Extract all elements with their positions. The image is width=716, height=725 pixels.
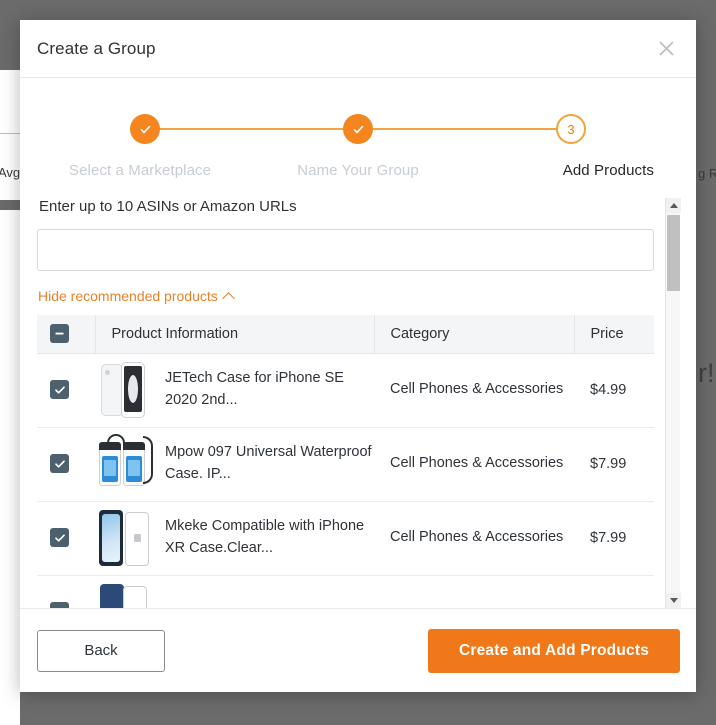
select-all-checkbox[interactable]: [50, 324, 69, 344]
table-head: Product Information Category Price: [37, 315, 654, 354]
triangle-up-icon: [669, 203, 678, 208]
product-thumb: [95, 580, 155, 608]
chevron-up-icon: [221, 291, 235, 305]
table-row[interactable]: Mkeke Compatible with iPhone XR Case.Cle…: [37, 501, 654, 576]
back-button[interactable]: Back: [37, 629, 165, 672]
iphone-xr-clear-case-thumb: [95, 506, 155, 570]
scrollbar-up-arrow[interactable]: [666, 198, 681, 213]
asin-input[interactable]: [37, 229, 654, 271]
table-row[interactable]: [37, 575, 654, 608]
bg-divider-left-1: [0, 133, 20, 134]
product-info-cell: Mkeke Compatible with iPhone XR Case.Cle…: [95, 501, 374, 576]
bg-panel-left: [0, 70, 20, 200]
product-category: [374, 575, 574, 608]
column-header-category[interactable]: Category: [374, 315, 575, 354]
hide-recommended-products-label: Hide recommended products: [38, 288, 218, 304]
bg-text-right-exclaim: r!: [698, 358, 715, 388]
triangle-down-icon: [669, 598, 678, 603]
modal-title: Create a Group: [37, 38, 156, 58]
step-marker-1[interactable]: [130, 114, 160, 144]
scrollbar-thumb[interactable]: [667, 215, 680, 291]
row-checkbox-cell: [37, 501, 95, 576]
modal-footer: Back Create and Add Products: [20, 608, 696, 692]
hide-recommended-products-toggle[interactable]: Hide recommended products: [38, 288, 235, 305]
table-body: JETech Case for iPhone SE 2020 2nd... Ce…: [37, 353, 654, 608]
modal-body-content: Enter up to 10 ASINs or Amazon URLs Hide…: [37, 198, 680, 608]
row-checkbox-cell: [37, 575, 95, 608]
waterproof-pouch-thumb: [95, 432, 155, 496]
column-header-product-information[interactable]: Product Information: [95, 315, 375, 354]
product-list-scrollbar[interactable]: [665, 198, 681, 608]
product-name: Mpow 097 Universal Waterproof Case. IP..…: [165, 444, 372, 482]
product-price: $4.99: [574, 353, 654, 428]
bg-panel-left-2: [0, 210, 20, 725]
product-price: [574, 575, 654, 608]
create-and-add-products-button[interactable]: Create and Add Products: [428, 628, 680, 673]
progress-stepper: 3 Select a Marketplace Name Your Group A…: [20, 78, 696, 198]
modal-scroll-body: Enter up to 10 ASINs or Amazon URLs Hide…: [20, 198, 696, 608]
iphone-se-clear-case-thumb: [95, 358, 155, 422]
step-marker-3[interactable]: 3: [556, 114, 586, 144]
row-checkbox[interactable]: [50, 380, 69, 400]
product-price: $7.99: [574, 501, 654, 576]
column-header-price[interactable]: Price: [574, 315, 654, 354]
step-label-add-products: Add Products: [562, 162, 654, 179]
product-info-cell: JETech Case for iPhone SE 2020 2nd...: [95, 353, 374, 428]
table-row[interactable]: Mpow 097 Universal Waterproof Case. IP..…: [37, 427, 654, 502]
select-all-header-cell: [37, 315, 96, 354]
step-label-select-marketplace: Select a Marketplace: [69, 162, 212, 179]
product-category: Cell Phones & Accessories: [374, 427, 574, 502]
scrollbar-down-arrow[interactable]: [666, 593, 681, 608]
product-name: JETech Case for iPhone SE 2020 2nd...: [165, 370, 344, 408]
close-icon[interactable]: [653, 36, 679, 62]
table-header-row: Product Information Category Price: [37, 315, 654, 354]
step-label-name-your-group: Name Your Group: [297, 162, 419, 179]
stepper-labels: Select a Marketplace Name Your Group Add…: [20, 162, 696, 182]
create-group-modal: Create a Group 3 Select a Marketplace Na…: [20, 20, 696, 692]
stepper-track: 3: [130, 114, 586, 144]
table-row[interactable]: JETech Case for iPhone SE 2020 2nd... Ce…: [37, 353, 654, 428]
modal-header: Create a Group: [20, 20, 696, 78]
recommended-products-table: Product Information Category Price JETec…: [37, 315, 654, 608]
row-checkbox-cell: [37, 353, 95, 428]
asin-input-label: Enter up to 10 ASINs or Amazon URLs: [39, 198, 297, 215]
product-category: Cell Phones & Accessories: [374, 501, 574, 576]
row-checkbox[interactable]: [50, 528, 69, 548]
product-category: Cell Phones & Accessories: [374, 353, 574, 428]
bg-text-left-fragment: Avg: [0, 165, 21, 180]
row-checkbox[interactable]: [50, 454, 69, 474]
bg-text-right-fragment: g R: [698, 166, 716, 181]
product-info-cell: [95, 575, 374, 608]
row-checkbox-cell: [37, 427, 95, 502]
product-price: $7.99: [574, 427, 654, 502]
row-checkbox[interactable]: [50, 602, 69, 608]
step-number-3: 3: [567, 121, 575, 137]
step-marker-2[interactable]: [343, 114, 373, 144]
product-info-cell: Mpow 097 Universal Waterproof Case. IP..…: [95, 427, 374, 502]
product-name: Mkeke Compatible with iPhone XR Case.Cle…: [165, 518, 365, 556]
